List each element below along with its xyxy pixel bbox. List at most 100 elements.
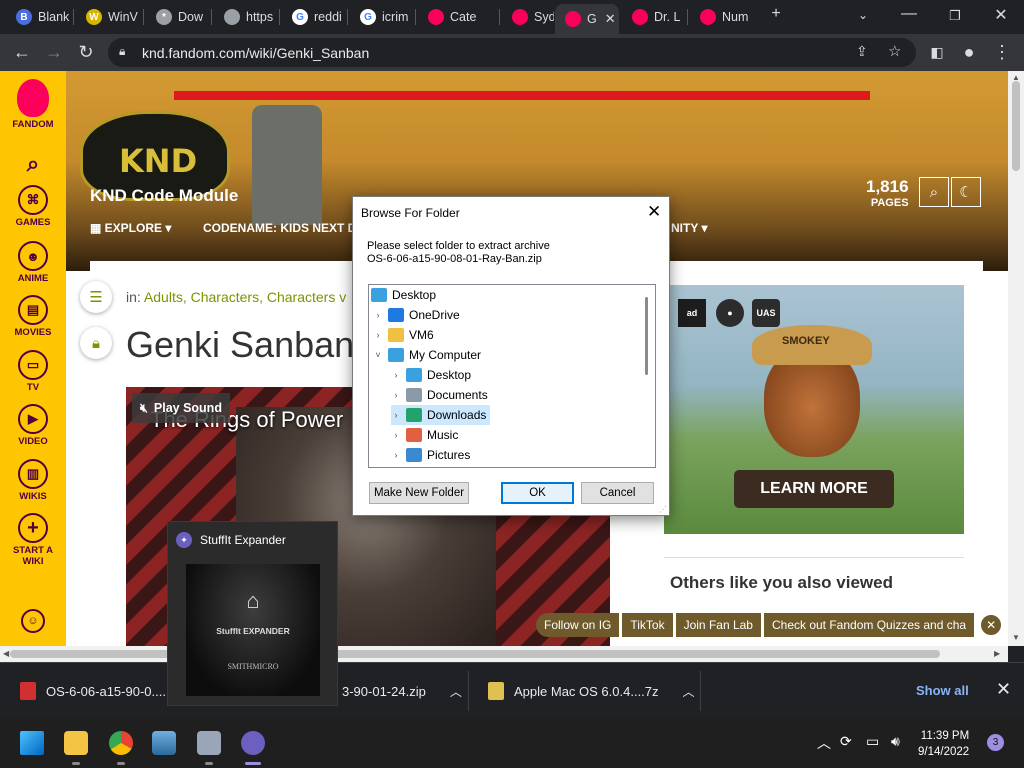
rail-item-tv[interactable]: ▭ TV: [0, 350, 66, 393]
browser-tab[interactable]: Num: [690, 4, 754, 30]
rail-item-video[interactable]: ▶ VIDEO: [0, 404, 66, 447]
category-links[interactable]: Adults, Characters, Characters v: [144, 289, 346, 305]
browser-tab[interactable]: Sydn: [502, 4, 554, 30]
expand-arrow-icon[interactable]: ›: [373, 310, 383, 320]
address-bar[interactable]: 🔒︎ knd.fandom.com/wiki/Genki_Sanban ⇪ ☆: [108, 38, 916, 67]
expand-arrow-icon[interactable]: ›: [391, 390, 401, 400]
download-item[interactable]: 3-90-01-24.zip ︿: [342, 677, 462, 705]
expand-arrow-icon[interactable]: ˅: [373, 350, 383, 360]
chrome-icon[interactable]: [109, 731, 133, 755]
sync-icon[interactable]: ⟳: [840, 733, 852, 750]
smokey-ad[interactable]: ad ● UAS SMOKEY LEARN MORE: [664, 285, 964, 534]
rail-user[interactable]: ☺: [0, 609, 66, 635]
folder-tree-item[interactable]: › Pictures: [391, 445, 470, 465]
rail-item-start-a-wiki[interactable]: + START A WIKI: [0, 513, 66, 567]
folder-tree-item[interactable]: › Documents: [391, 385, 488, 405]
vertical-scrollbar[interactable]: ▲ ▼: [1008, 71, 1024, 646]
rail-item-anime[interactable]: ☻ ANIME: [0, 241, 66, 284]
browser-tab[interactable]: * Dow: [146, 4, 210, 30]
folder-tree-item[interactable]: › Desktop: [391, 365, 471, 385]
quizzes-link[interactable]: Check out Fandom Quizzes and cha: [763, 612, 975, 637]
notification-badge[interactable]: 3: [987, 734, 1004, 751]
folder-tree-item[interactable]: ˅ My Computer: [373, 345, 481, 365]
site-title[interactable]: KND Code Module: [90, 186, 238, 206]
browser-tab[interactable]: Greddi: [282, 4, 346, 30]
minimize-button[interactable]: —: [894, 5, 924, 23]
monitor-icon[interactable]: ▭: [866, 733, 879, 750]
scroll-right-icon[interactable]: ▶: [994, 649, 1000, 658]
tiktok-link[interactable]: TikTok: [622, 612, 673, 637]
chevron-up-icon[interactable]: ︿: [683, 683, 695, 700]
expand-arrow-icon[interactable]: ›: [391, 370, 401, 380]
close-tab-icon[interactable]: ✕: [605, 11, 616, 27]
share-icon[interactable]: ⇪: [856, 43, 868, 60]
stuffit-taskbar-icon[interactable]: [241, 731, 265, 755]
profile-icon[interactable]: ●: [958, 42, 980, 62]
rail-item-games[interactable]: ⌘ GAMES: [0, 185, 66, 228]
expand-arrow-icon[interactable]: ›: [391, 430, 401, 440]
browser-tab[interactable]: https: [214, 4, 278, 30]
close-icon[interactable]: ✕: [647, 202, 661, 222]
restore-button[interactable]: ❐: [940, 8, 970, 24]
browser-tab[interactable]: G ✕: [555, 4, 619, 34]
rail-item-movies[interactable]: ▤ MOVIES: [0, 295, 66, 338]
wiki-search-button[interactable]: ⌕: [919, 177, 949, 207]
browser-tab[interactable]: W WinV: [76, 4, 142, 30]
forward-icon[interactable]: →: [43, 42, 65, 62]
scroll-left-icon[interactable]: ◀: [3, 649, 9, 658]
nav-codename[interactable]: CODENAME: KIDS NEXT D: [203, 221, 356, 235]
make-new-folder-button[interactable]: Make New Folder: [369, 482, 469, 504]
menu-kebab-icon[interactable]: ⋮: [991, 42, 1013, 62]
resize-grip-icon[interactable]: ⋰: [659, 505, 667, 514]
learn-more-button[interactable]: LEARN MORE: [734, 470, 894, 508]
horizontal-scrollbar[interactable]: ◀ ▶: [0, 646, 1008, 662]
download-item[interactable]: Apple Mac OS 6.0.4....7z ︿: [488, 677, 695, 705]
nav-explore[interactable]: ▦ EXPLORE ▾: [90, 221, 171, 235]
bookmark-star-icon[interactable]: ☆: [888, 42, 901, 60]
vertical-scroll-thumb[interactable]: [1012, 81, 1020, 171]
reload-icon[interactable]: ↻: [75, 42, 97, 62]
clock[interactable]: 11:39 PM 9/14/2022: [918, 728, 969, 760]
show-all-button[interactable]: Show all: [916, 683, 969, 698]
fandom-logo[interactable]: FANDOM: [0, 79, 66, 130]
browser-tab[interactable]: Gicrim: [350, 4, 414, 30]
chevron-up-icon[interactable]: ︿: [817, 733, 831, 753]
tab-search-icon[interactable]: ⌄: [848, 8, 878, 22]
back-icon[interactable]: ←: [11, 42, 33, 62]
chevron-up-icon[interactable]: ︿: [450, 683, 462, 700]
play-sound-button[interactable]: 🔇︎ Play Sound: [132, 393, 230, 423]
expand-arrow-icon[interactable]: ›: [391, 410, 401, 420]
tree-scroll-thumb[interactable]: [645, 297, 648, 375]
ok-button[interactable]: OK: [501, 482, 574, 504]
horizontal-scroll-thumb[interactable]: [10, 650, 940, 658]
rail-search[interactable]: ⌕: [0, 151, 66, 177]
top-ad-banner[interactable]: [174, 91, 870, 100]
app-icon[interactable]: [197, 731, 221, 755]
download-item[interactable]: OS-6-06-a15-90-0....: [20, 677, 166, 705]
lock-icon[interactable]: 🔒︎: [80, 327, 112, 359]
folder-tree-item[interactable]: › OneDrive: [373, 305, 460, 325]
folder-tree-item[interactable]: Desktop: [371, 285, 436, 305]
close-icon[interactable]: ✕: [996, 679, 1011, 700]
follow-ig-link[interactable]: Follow on IG: [536, 612, 620, 637]
folder-tree-item[interactable]: › Music: [391, 425, 458, 445]
close-icon[interactable]: ✕: [980, 613, 1003, 636]
toc-icon[interactable]: ☰: [80, 281, 112, 313]
close-window-button[interactable]: ✕: [986, 5, 1016, 25]
volume-icon[interactable]: 🔊︎: [891, 733, 900, 750]
cancel-button[interactable]: Cancel: [581, 482, 654, 504]
folder-tree-item[interactable]: › Downloads: [391, 405, 491, 425]
nav-community[interactable]: NITY ▾: [671, 221, 707, 235]
browser-tab[interactable]: Dr. L: [622, 4, 686, 30]
theme-toggle-button[interactable]: ☾: [951, 177, 981, 207]
new-tab-button[interactable]: +: [761, 5, 791, 23]
side-panel-icon[interactable]: ◧: [926, 42, 948, 62]
windows-start-icon[interactable]: [20, 731, 44, 755]
stuffit-preview[interactable]: ✦ StuffIt Expander ⌂ StuffIt EXPANDER SM…: [167, 521, 338, 706]
file-explorer-icon[interactable]: [64, 731, 88, 755]
scroll-down-icon[interactable]: ▼: [1012, 633, 1020, 642]
folder-tree[interactable]: Desktop › OneDrive › VM6 ˅ My Computer › Desktop…: [368, 284, 656, 468]
photos-icon[interactable]: [152, 731, 176, 755]
expand-arrow-icon[interactable]: ›: [391, 450, 401, 460]
lock-icon[interactable]: 🔒︎: [119, 44, 125, 59]
